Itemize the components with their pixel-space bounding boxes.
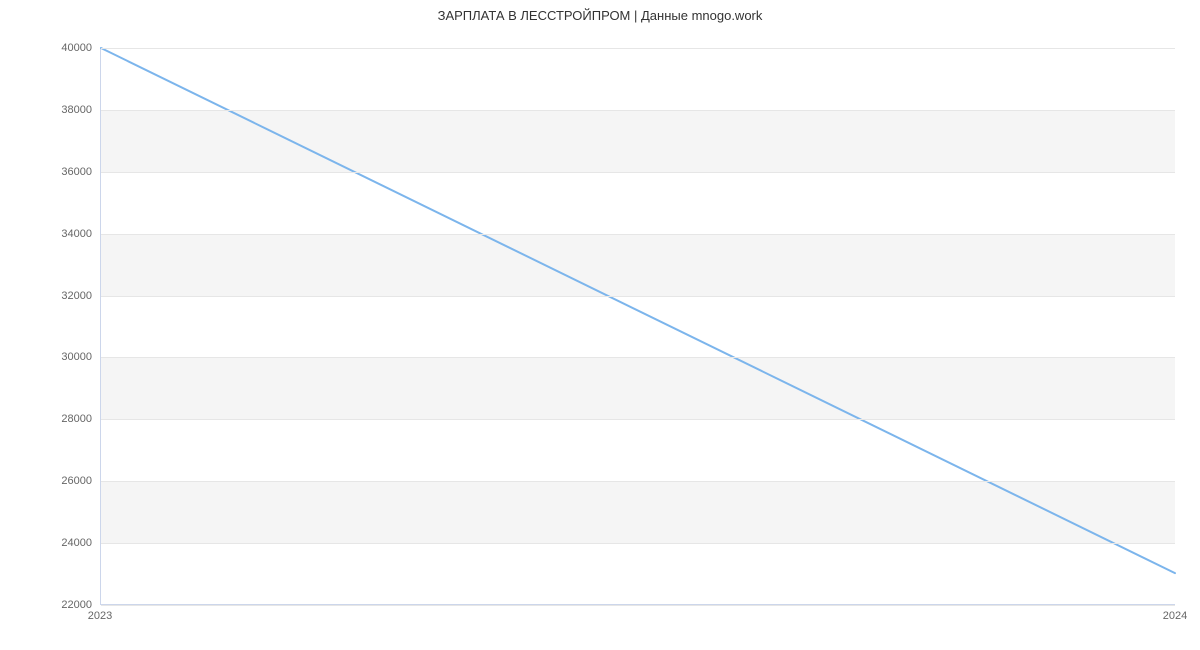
y-tick-label: 28000 — [12, 413, 92, 425]
y-tick-label: 30000 — [12, 351, 92, 363]
gridline — [101, 172, 1175, 173]
plot-area — [100, 48, 1175, 605]
chart-title: ЗАРПЛАТА В ЛЕССТРОЙПРОМ | Данные mnogo.w… — [0, 8, 1200, 23]
gridline — [101, 419, 1175, 420]
x-tick-label: 2024 — [1163, 610, 1187, 622]
line-series — [101, 48, 1175, 604]
y-tick-label: 36000 — [12, 166, 92, 178]
gridline — [101, 110, 1175, 111]
gridline — [101, 357, 1175, 358]
y-tick-label: 32000 — [12, 290, 92, 302]
gridline — [101, 605, 1175, 606]
chart-container: ЗАРПЛАТА В ЛЕССТРОЙПРОМ | Данные mnogo.w… — [0, 0, 1200, 650]
gridline — [101, 234, 1175, 235]
series-path — [101, 48, 1175, 573]
y-tick-label: 38000 — [12, 104, 92, 116]
y-tick-label: 22000 — [12, 599, 92, 611]
y-tick-label: 26000 — [12, 475, 92, 487]
gridline — [101, 543, 1175, 544]
y-tick-label: 24000 — [12, 537, 92, 549]
gridline — [101, 48, 1175, 49]
gridline — [101, 481, 1175, 482]
y-tick-label: 40000 — [12, 42, 92, 54]
x-tick-label: 2023 — [88, 610, 112, 622]
y-tick-label: 34000 — [12, 228, 92, 240]
gridline — [101, 296, 1175, 297]
